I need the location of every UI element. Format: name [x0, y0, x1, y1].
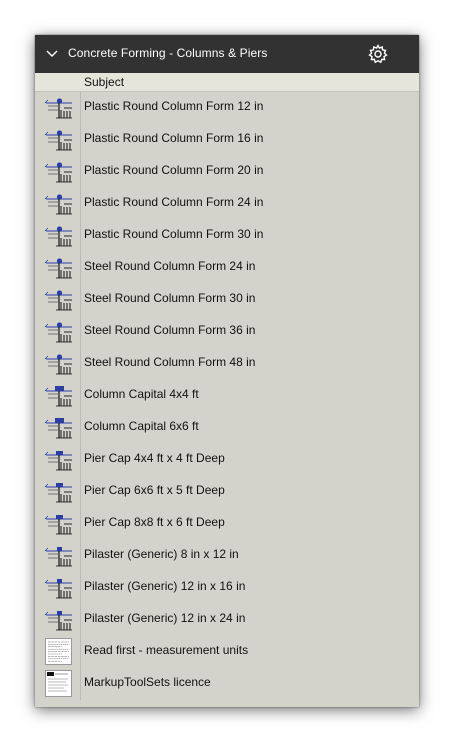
tool-list-item-label: Plastic Round Column Form 16 in	[84, 131, 264, 145]
tool-list-item[interactable]: Read first - measurement units	[35, 636, 419, 668]
column-form-icon	[44, 289, 74, 312]
tool-list-item-label: Plastic Round Column Form 30 in	[84, 227, 264, 241]
column-capital-icon	[44, 417, 74, 440]
column-form-icon	[44, 321, 74, 344]
panel-header[interactable]: Concrete Forming - Columns & Piers	[35, 35, 419, 73]
tool-list-item-label: Pier Cap 4x4 ft x 4 ft Deep	[84, 451, 225, 465]
tool-list-item[interactable]: Pier Cap 4x4 ft x 4 ft Deep	[35, 444, 419, 476]
tool-chest-panel: Concrete Forming - Columns & Piers Subje…	[35, 35, 419, 707]
tool-list-item-label: Steel Round Column Form 48 in	[84, 355, 256, 369]
pilaster-icon	[44, 577, 74, 600]
tool-list-item-label: MarkupToolSets licence	[84, 675, 211, 689]
tool-list-item[interactable]: Plastic Round Column Form 24 in	[35, 188, 419, 220]
tool-list-item[interactable]: Plastic Round Column Form 12 in	[35, 92, 419, 124]
tool-list-item[interactable]: MarkupToolSets licence	[35, 668, 419, 700]
pilaster-icon	[44, 545, 74, 568]
pilaster-icon	[44, 609, 74, 632]
column-form-icon	[44, 193, 74, 216]
column-form-icon	[44, 161, 74, 184]
tool-list-item-label: Column Capital 6x6 ft	[84, 419, 199, 433]
tool-list-item[interactable]: Steel Round Column Form 48 in	[35, 348, 419, 380]
tool-list-item-label: Plastic Round Column Form 12 in	[84, 99, 264, 113]
tool-list-item-label: Pier Cap 8x8 ft x 6 ft Deep	[84, 515, 225, 529]
tool-list-item-label: Pilaster (Generic) 12 in x 24 in	[84, 611, 246, 625]
tool-list-item-label: Read first - measurement units	[84, 643, 249, 657]
column-form-icon	[44, 97, 74, 120]
tool-list-item-label: Steel Round Column Form 36 in	[84, 323, 256, 337]
tool-list-item[interactable]: Steel Round Column Form 36 in	[35, 316, 419, 348]
tool-list-item-label: Steel Round Column Form 24 in	[84, 259, 256, 273]
tool-list-item[interactable]: Pier Cap 6x6 ft x 5 ft Deep	[35, 476, 419, 508]
tool-list-item-label: Pilaster (Generic) 8 in x 12 in	[84, 547, 239, 561]
tool-list-item[interactable]: Column Capital 6x6 ft	[35, 412, 419, 444]
tool-list-item-label: Steel Round Column Form 30 in	[84, 291, 256, 305]
column-capital-icon	[44, 385, 74, 408]
tool-list-item[interactable]: Plastic Round Column Form 16 in	[35, 124, 419, 156]
tool-list-item-label: Pilaster (Generic) 12 in x 16 in	[84, 579, 246, 593]
pier-cap-icon	[44, 481, 74, 504]
tool-list-item[interactable]: Pilaster (Generic) 12 in x 16 in	[35, 572, 419, 604]
tool-list-item[interactable]: Pilaster (Generic) 12 in x 24 in	[35, 604, 419, 636]
column-form-icon	[44, 353, 74, 376]
column-form-icon	[44, 257, 74, 280]
gear-icon[interactable]	[368, 44, 388, 64]
column-header[interactable]: Subject	[35, 73, 419, 92]
column-form-icon	[44, 129, 74, 152]
pier-cap-icon	[44, 449, 74, 472]
tool-list-item[interactable]: Plastic Round Column Form 30 in	[35, 220, 419, 252]
subject-column-header[interactable]: Subject	[84, 75, 124, 89]
column-form-icon	[44, 225, 74, 248]
document-icon	[45, 638, 72, 665]
tool-list-item-label: Plastic Round Column Form 20 in	[84, 163, 264, 177]
tool-list-item-label: Plastic Round Column Form 24 in	[84, 195, 264, 209]
tool-list-item[interactable]: Column Capital 4x4 ft	[35, 380, 419, 412]
tool-list-item[interactable]: Pilaster (Generic) 8 in x 12 in	[35, 540, 419, 572]
licence-document-icon	[45, 670, 72, 697]
panel-title: Concrete Forming - Columns & Piers	[68, 46, 268, 60]
tool-list-item-label: Pier Cap 6x6 ft x 5 ft Deep	[84, 483, 225, 497]
tool-list-item[interactable]: Pier Cap 8x8 ft x 6 ft Deep	[35, 508, 419, 540]
tool-list: Plastic Round Column Form 12 in Plastic …	[35, 92, 419, 700]
tool-list-item-label: Column Capital 4x4 ft	[84, 387, 199, 401]
tool-list-item[interactable]: Steel Round Column Form 24 in	[35, 252, 419, 284]
pier-cap-icon	[44, 513, 74, 536]
chevron-down-icon[interactable]	[46, 49, 58, 59]
tool-list-item[interactable]: Plastic Round Column Form 20 in	[35, 156, 419, 188]
tool-list-item[interactable]: Steel Round Column Form 30 in	[35, 284, 419, 316]
